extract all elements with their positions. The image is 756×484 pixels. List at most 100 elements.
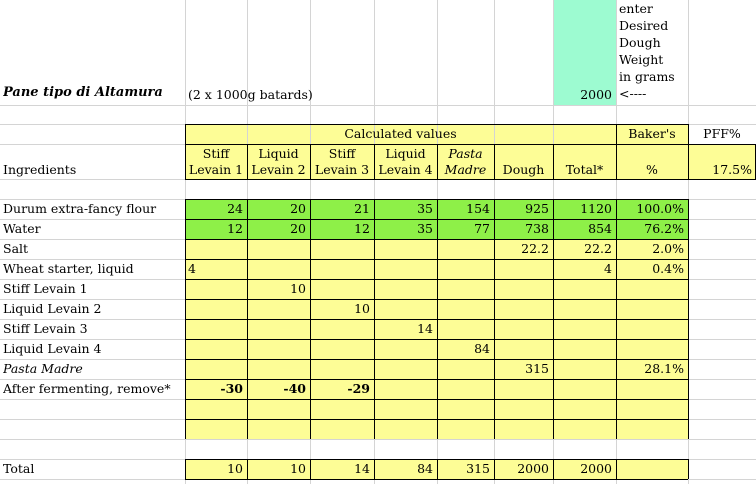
table-cell[interactable] <box>553 320 616 339</box>
table-cell[interactable] <box>247 240 310 259</box>
table-cell[interactable] <box>616 340 688 359</box>
table-cell[interactable] <box>616 400 688 419</box>
table-cell[interactable] <box>494 340 553 359</box>
table-cell[interactable] <box>437 420 494 439</box>
table-cell[interactable] <box>247 300 310 319</box>
table-cell[interactable] <box>310 280 374 299</box>
table-cell[interactable] <box>247 260 310 279</box>
table-cell[interactable]: 315 <box>494 360 553 379</box>
table-cell[interactable] <box>247 340 310 359</box>
table-cell[interactable]: 84 <box>437 340 494 359</box>
table-cell[interactable] <box>374 300 437 319</box>
table-cell[interactable] <box>310 260 374 279</box>
table-cell[interactable]: 854 <box>553 220 616 239</box>
table-cell[interactable]: 77 <box>437 220 494 239</box>
table-cell[interactable] <box>494 420 553 439</box>
table-cell[interactable] <box>310 400 374 419</box>
table-cell[interactable] <box>310 360 374 379</box>
desired-weight-input[interactable]: 2000 <box>553 86 616 104</box>
table-cell[interactable]: -29 <box>310 380 374 399</box>
pff-value[interactable]: 17.5% <box>688 161 756 178</box>
table-cell[interactable]: 35 <box>374 200 437 219</box>
table-cell[interactable] <box>310 320 374 339</box>
total-cell[interactable]: 315 <box>437 460 494 479</box>
table-cell[interactable] <box>185 360 247 379</box>
table-cell[interactable] <box>616 380 688 399</box>
total-cell[interactable]: 14 <box>310 460 374 479</box>
table-cell[interactable] <box>185 240 247 259</box>
table-cell[interactable] <box>437 380 494 399</box>
table-cell[interactable] <box>437 320 494 339</box>
table-cell[interactable] <box>553 400 616 419</box>
table-cell[interactable]: 4 <box>553 260 616 279</box>
table-cell[interactable] <box>185 320 247 339</box>
table-cell[interactable] <box>616 300 688 319</box>
table-cell[interactable] <box>185 300 247 319</box>
table-cell[interactable]: 22.2 <box>494 240 553 259</box>
table-cell[interactable] <box>494 380 553 399</box>
table-cell[interactable]: -30 <box>185 380 247 399</box>
table-cell[interactable] <box>374 420 437 439</box>
table-cell[interactable]: 14 <box>374 320 437 339</box>
table-cell[interactable]: 20 <box>247 200 310 219</box>
table-cell[interactable]: 20 <box>247 220 310 239</box>
table-cell[interactable] <box>553 360 616 379</box>
table-cell[interactable] <box>247 360 310 379</box>
table-cell[interactable] <box>494 300 553 319</box>
table-cell[interactable] <box>494 280 553 299</box>
table-cell[interactable]: 1120 <box>553 200 616 219</box>
table-cell[interactable]: 35 <box>374 220 437 239</box>
table-cell[interactable] <box>185 400 247 419</box>
table-cell[interactable] <box>437 280 494 299</box>
table-cell[interactable]: 76.2% <box>616 220 688 239</box>
table-cell[interactable]: 12 <box>310 220 374 239</box>
total-cell[interactable]: 10 <box>247 460 310 479</box>
table-cell[interactable] <box>616 420 688 439</box>
table-cell[interactable] <box>437 400 494 419</box>
table-cell[interactable] <box>616 320 688 339</box>
table-cell[interactable]: 21 <box>310 200 374 219</box>
table-cell[interactable] <box>310 340 374 359</box>
table-cell[interactable]: 0.4% <box>616 260 688 279</box>
table-cell[interactable] <box>310 420 374 439</box>
table-cell[interactable] <box>374 260 437 279</box>
table-cell[interactable]: 100.0% <box>616 200 688 219</box>
table-cell[interactable] <box>374 280 437 299</box>
table-cell[interactable] <box>437 260 494 279</box>
table-cell[interactable] <box>185 420 247 439</box>
table-cell[interactable] <box>616 280 688 299</box>
table-cell[interactable]: 24 <box>185 200 247 219</box>
table-cell[interactable] <box>553 380 616 399</box>
table-cell[interactable] <box>247 400 310 419</box>
table-cell[interactable] <box>247 320 310 339</box>
table-cell[interactable] <box>437 240 494 259</box>
table-cell[interactable] <box>374 400 437 419</box>
table-cell[interactable]: 738 <box>494 220 553 239</box>
table-cell[interactable]: 4 <box>185 260 247 279</box>
table-cell[interactable] <box>374 240 437 259</box>
table-cell[interactable]: 2.0% <box>616 240 688 259</box>
table-cell[interactable]: -40 <box>247 380 310 399</box>
table-cell[interactable] <box>494 260 553 279</box>
table-cell[interactable] <box>494 320 553 339</box>
table-cell[interactable]: 154 <box>437 200 494 219</box>
table-cell[interactable]: 10 <box>310 300 374 319</box>
table-cell[interactable] <box>494 400 553 419</box>
table-cell[interactable]: 10 <box>247 280 310 299</box>
total-cell[interactable]: 84 <box>374 460 437 479</box>
table-cell[interactable] <box>437 360 494 379</box>
table-cell[interactable]: 925 <box>494 200 553 219</box>
table-cell[interactable] <box>374 340 437 359</box>
table-cell[interactable] <box>247 420 310 439</box>
table-cell[interactable] <box>310 240 374 259</box>
table-cell[interactable] <box>553 300 616 319</box>
table-cell[interactable] <box>374 360 437 379</box>
table-cell[interactable] <box>553 420 616 439</box>
total-cell[interactable]: 10 <box>185 460 247 479</box>
table-cell[interactable]: 22.2 <box>553 240 616 259</box>
table-cell[interactable]: 12 <box>185 220 247 239</box>
table-cell[interactable] <box>185 280 247 299</box>
table-cell[interactable] <box>374 380 437 399</box>
table-cell[interactable]: 28.1% <box>616 360 688 379</box>
table-cell[interactable] <box>185 340 247 359</box>
